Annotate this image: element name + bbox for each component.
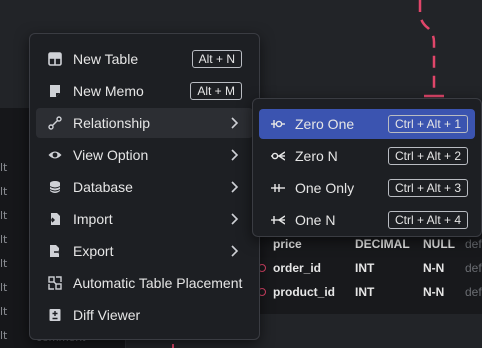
table-row[interactable]: product_id INT N-N def: [258, 280, 482, 304]
column-label: lt: [0, 281, 8, 294]
chevron-right-icon: [231, 212, 239, 226]
menu-item-automatic-table-placement[interactable]: Automatic Table Placement: [36, 268, 253, 298]
menu-item-new-table[interactable]: New Table Alt + N: [36, 44, 253, 74]
menu-item-label: New Memo: [73, 83, 144, 99]
menu-item-import[interactable]: Import: [36, 204, 253, 234]
submenu-item-one-only[interactable]: One Only Ctrl + Alt + 3: [259, 173, 475, 203]
column-label: lt: [0, 305, 8, 318]
database-icon: [48, 180, 62, 194]
menu-item-database[interactable]: Database: [36, 172, 253, 202]
column-name: product_id: [273, 285, 335, 299]
submenu-item-label: Zero One: [295, 116, 355, 132]
column-type: INT: [355, 285, 375, 299]
column-default: def: [465, 261, 482, 275]
chevron-right-icon: [231, 116, 239, 130]
menu-item-label: New Table: [73, 51, 139, 67]
shortcut-badge: Ctrl + Alt + 2: [387, 147, 468, 165]
auto-placement-icon: [48, 276, 62, 290]
menu-item-new-memo[interactable]: New Memo Alt + M: [36, 76, 253, 106]
memo-icon: [48, 84, 62, 98]
menu-item-label: Import: [73, 211, 113, 227]
menu-item-label: Export: [73, 243, 114, 259]
submenu-item-label: Zero N: [295, 148, 338, 164]
menu-item-label: Database: [73, 179, 133, 195]
menu-item-label: Diff Viewer: [73, 307, 141, 323]
column-name: price: [273, 237, 302, 251]
menu-item-diff-viewer[interactable]: Diff Viewer: [36, 300, 253, 330]
zero-n-icon: [271, 149, 285, 163]
import-icon: [48, 212, 62, 226]
relationship-submenu: Zero One Ctrl + Alt + 1 Zero N Ctrl + Al…: [252, 98, 482, 237]
submenu-item-zero-one[interactable]: Zero One Ctrl + Alt + 1: [259, 109, 475, 139]
relationship-line[interactable]: [410, 0, 450, 110]
menu-item-view-option[interactable]: View Option: [36, 140, 253, 170]
chevron-right-icon: [231, 180, 239, 194]
column-label: lt: [0, 233, 8, 246]
column-name: order_id: [273, 261, 322, 275]
table-icon: [48, 52, 62, 66]
diff-icon: [48, 308, 62, 322]
context-menu: New Table Alt + N New Memo Alt + M Relat…: [29, 33, 260, 340]
chevron-right-icon: [231, 148, 239, 162]
shortcut-badge: Ctrl + Alt + 4: [387, 211, 468, 229]
menu-item-relationship[interactable]: Relationship: [36, 108, 253, 138]
eye-icon: [48, 148, 62, 162]
table-row[interactable]: order_id INT N-N def: [258, 256, 482, 280]
submenu-item-zero-n[interactable]: Zero N Ctrl + Alt + 2: [259, 141, 475, 171]
shortcut-badge: Alt + M: [190, 82, 242, 100]
one-n-icon: [271, 213, 285, 227]
shortcut-badge: Ctrl + Alt + 3: [387, 179, 468, 197]
menu-item-label: Automatic Table Placement: [73, 275, 243, 291]
column-nullable: N-N: [423, 285, 445, 299]
column-type: INT: [355, 261, 375, 275]
submenu-item-label: One Only: [295, 180, 355, 196]
column-label: lt: [0, 329, 8, 342]
submenu-item-label: One N: [295, 212, 336, 228]
chevron-right-icon: [231, 244, 239, 258]
column-default: def: [465, 237, 482, 251]
column-nullable: NULL: [423, 237, 455, 251]
column-nullable: N-N: [423, 261, 445, 275]
one-only-icon: [271, 181, 285, 195]
menu-item-export[interactable]: Export: [36, 236, 253, 266]
shortcut-badge: Alt + N: [191, 50, 242, 68]
column-label: lt: [0, 161, 8, 174]
zero-one-icon: [271, 117, 285, 131]
column-type: DECIMAL: [355, 237, 410, 251]
column-label: lt: [0, 209, 8, 222]
relationship-icon: [48, 116, 62, 130]
shortcut-badge: Ctrl + Alt + 1: [387, 115, 468, 133]
column-label: lt: [0, 185, 8, 198]
menu-item-label: Relationship: [73, 115, 151, 131]
menu-item-label: View Option: [73, 147, 149, 163]
column-default: def: [465, 285, 482, 299]
export-icon: [48, 244, 62, 258]
order-items-table[interactable]: price DECIMAL NULL def order_id INT N-N …: [258, 228, 482, 314]
column-label: lt: [0, 257, 8, 270]
submenu-item-one-n[interactable]: One N Ctrl + Alt + 4: [259, 205, 475, 235]
